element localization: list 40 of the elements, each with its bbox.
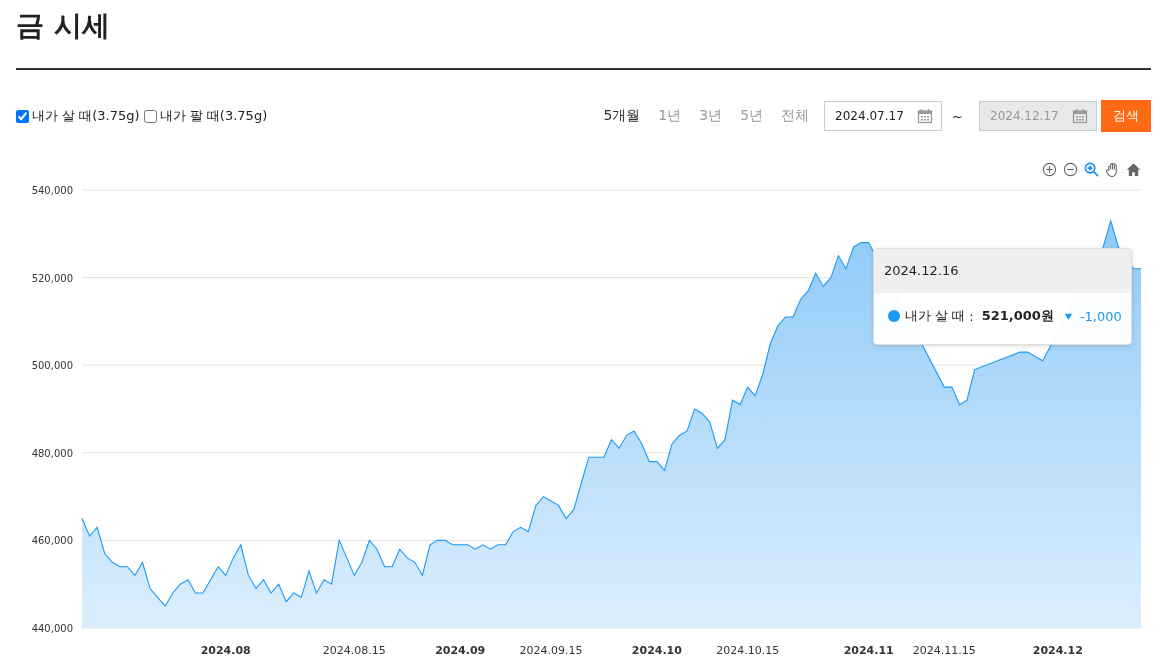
page-title: 금 시세 <box>15 8 111 44</box>
tooltip-label: 내가 살 때 <box>905 307 966 325</box>
x-axis-label: 2024.10 <box>631 644 682 657</box>
hand-icon[interactable] <box>1105 162 1120 177</box>
search-button[interactable]: 검색 <box>1101 100 1151 132</box>
x-axis-label: 2024.08 <box>200 644 251 657</box>
range-separator: ~ <box>952 108 963 124</box>
series-checkbox[interactable] <box>16 109 29 123</box>
y-axis-label: 540,000 <box>31 185 73 196</box>
y-axis-label: 460,000 <box>31 535 73 547</box>
period-tab[interactable]: 5개월 <box>594 107 650 125</box>
series-checkbox[interactable] <box>143 109 157 123</box>
x-axis-label: 2024.11 <box>843 644 894 657</box>
x-axis-label: 2024.09 <box>435 644 486 657</box>
x-axis-label: 2024.12 <box>1032 644 1083 657</box>
home-icon[interactable] <box>1126 162 1141 177</box>
period-tab[interactable]: 5년 <box>731 107 773 125</box>
checkbox-label[interactable]: 내가 팔 때(3.75g) <box>159 107 268 125</box>
calendar-icon[interactable] <box>917 108 934 124</box>
tooltip-date: 2024.12.16 <box>874 249 1131 293</box>
zoom-in-icon[interactable] <box>1042 162 1057 177</box>
y-axis-label: 520,000 <box>31 272 73 284</box>
period-tab[interactable]: 1년 <box>649 107 691 125</box>
checkbox-label[interactable]: 내가 살 때(3.75g) <box>32 107 140 125</box>
y-axis-label: 500,000 <box>31 360 73 372</box>
zoom-out-icon[interactable] <box>1063 162 1078 177</box>
y-axis-label: 480,000 <box>31 447 73 459</box>
x-axis-label: 2024.11.15 <box>912 644 976 657</box>
x-axis-label: 2024.09.15 <box>519 644 583 657</box>
y-axis-label: 440,000 <box>31 623 73 634</box>
x-axis-label: 2024.08.15 <box>322 644 386 657</box>
tooltip-change: -1,000 <box>1079 308 1122 324</box>
period-tab[interactable]: 전체 <box>772 107 819 125</box>
tooltip-value: 521,000원 <box>981 307 1054 325</box>
period-tab[interactable]: 3년 <box>690 107 732 125</box>
series-dot <box>888 310 900 322</box>
start-date-field[interactable]: 2024.07.17 <box>824 101 943 131</box>
magnifier-plus-icon[interactable] <box>1084 162 1099 177</box>
tooltip-separator: : <box>969 308 974 324</box>
x-axis-label: 2024.10.15 <box>716 644 780 657</box>
